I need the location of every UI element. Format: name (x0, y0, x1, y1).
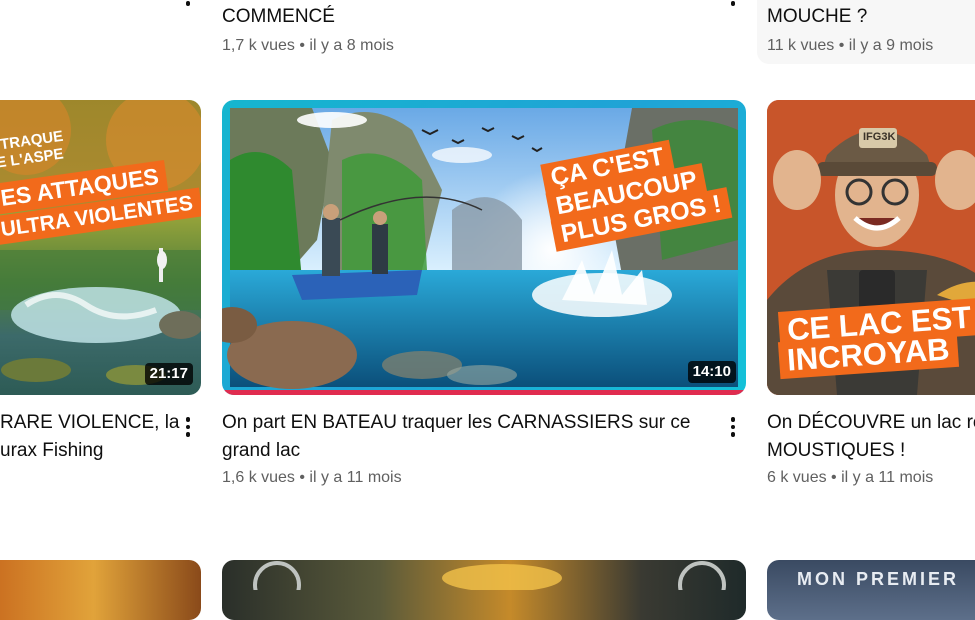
thumbnail-illustration (253, 561, 726, 590)
video-thumbnail[interactable]: MON PREMIER (767, 560, 975, 620)
more-actions-button[interactable] (723, 413, 743, 441)
video-thumbnail[interactable] (0, 560, 201, 620)
video-meta: 1,6 k vues • il y a 11 mois (222, 469, 402, 486)
duration-badge: 21:17 (144, 363, 193, 385)
video-thumbnail[interactable]: IFG3K CE LAC EST INCROYAB (767, 100, 975, 395)
more-actions-button[interactable] (723, 0, 743, 10)
video-title[interactable]: MOUCHE ? (767, 3, 867, 31)
watch-progress-bar (222, 390, 746, 395)
video-title[interactable]: grand lac (222, 437, 300, 465)
video-meta: 1,7 k vues • il y a 8 mois (222, 37, 394, 54)
video-title[interactable]: On part EN BATEAU traquer les CARNASSIER… (222, 409, 690, 437)
video-title[interactable]: MOUSTIQUES ! (767, 437, 905, 465)
video-thumbnail[interactable] (222, 560, 746, 620)
video-title[interactable]: COMMENCÉ (222, 3, 335, 31)
cap-logo-text: IFG3K (863, 131, 896, 143)
video-meta: 11 k vues • il y a 9 mois (767, 37, 934, 54)
video-thumbnail[interactable]: TRAQUE E L'ASPE ES ATTAQUES ULTRA VIOLEN… (0, 100, 201, 395)
duration-badge: 14:10 (687, 361, 736, 383)
video-meta: 6 k vues • il y a 11 mois (767, 469, 934, 486)
thumb-caption: MON PREMIER (797, 569, 960, 589)
more-actions-button[interactable] (178, 0, 198, 10)
video-title[interactable]: urax Fishing (0, 437, 104, 465)
video-title[interactable]: On DÉCOUVRE un lac re (767, 409, 975, 437)
video-title[interactable]: RARE VIOLENCE, la (0, 409, 180, 437)
top-row: COMMENCÉ 1,7 k vues • il y a 8 mois MOUC… (0, 0, 975, 70)
more-actions-button[interactable] (178, 413, 198, 441)
video-thumbnail[interactable]: ÇA C'EST BEAUCOUP PLUS GROS ! 14:10 (222, 100, 746, 395)
